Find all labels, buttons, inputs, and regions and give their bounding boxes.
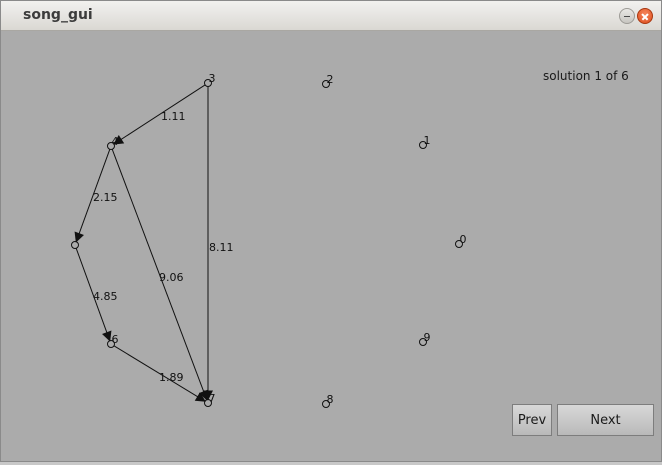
node-5 xyxy=(71,241,79,249)
edge-label: 1.89 xyxy=(159,371,184,384)
graph-canvas: 1.11 2.15 4.85 1.89 9.06 8.11 0 1 2 3 4 6 7 8 9 xyxy=(1,31,661,461)
title-bar[interactable]: song_gui xyxy=(1,1,661,31)
window-title: song_gui xyxy=(23,7,93,23)
node-label: 1 xyxy=(424,134,431,147)
nodes-layer: 0 1 2 3 4 6 7 8 9 xyxy=(71,72,467,408)
prev-button[interactable]: Prev xyxy=(512,404,552,436)
edge-label: 1.11 xyxy=(161,110,186,123)
close-icon[interactable] xyxy=(637,8,653,24)
minimize-icon[interactable] xyxy=(619,8,635,24)
node-label: 6 xyxy=(112,333,119,346)
edge-label: 4.85 xyxy=(93,290,118,303)
node-label: 2 xyxy=(327,73,334,86)
edges-layer: 1.11 2.15 4.85 1.89 9.06 8.11 xyxy=(74,84,234,402)
app-window: song_gui 1.11 2.15 4.85 1.89 9.06 8.11 0 1 2 3 4 6… xyxy=(0,0,662,462)
edge-label: 8.11 xyxy=(209,241,234,254)
node-label: 3 xyxy=(209,72,216,85)
node-label: 7 xyxy=(209,392,216,405)
edge-label: 2.15 xyxy=(93,191,118,204)
edge-3-4 xyxy=(113,84,206,145)
edge-label: 9.06 xyxy=(159,271,184,284)
node-label: 9 xyxy=(424,331,431,344)
node-label: 8 xyxy=(327,393,334,406)
next-button[interactable]: Next xyxy=(557,404,654,436)
graph-diagram: 1.11 2.15 4.85 1.89 9.06 8.11 0 1 2 3 4 6 7 8 9 xyxy=(71,72,467,408)
solution-status: solution 1 of 6 xyxy=(543,69,629,83)
node-label: 4 xyxy=(112,135,119,148)
node-label: 0 xyxy=(460,233,467,246)
